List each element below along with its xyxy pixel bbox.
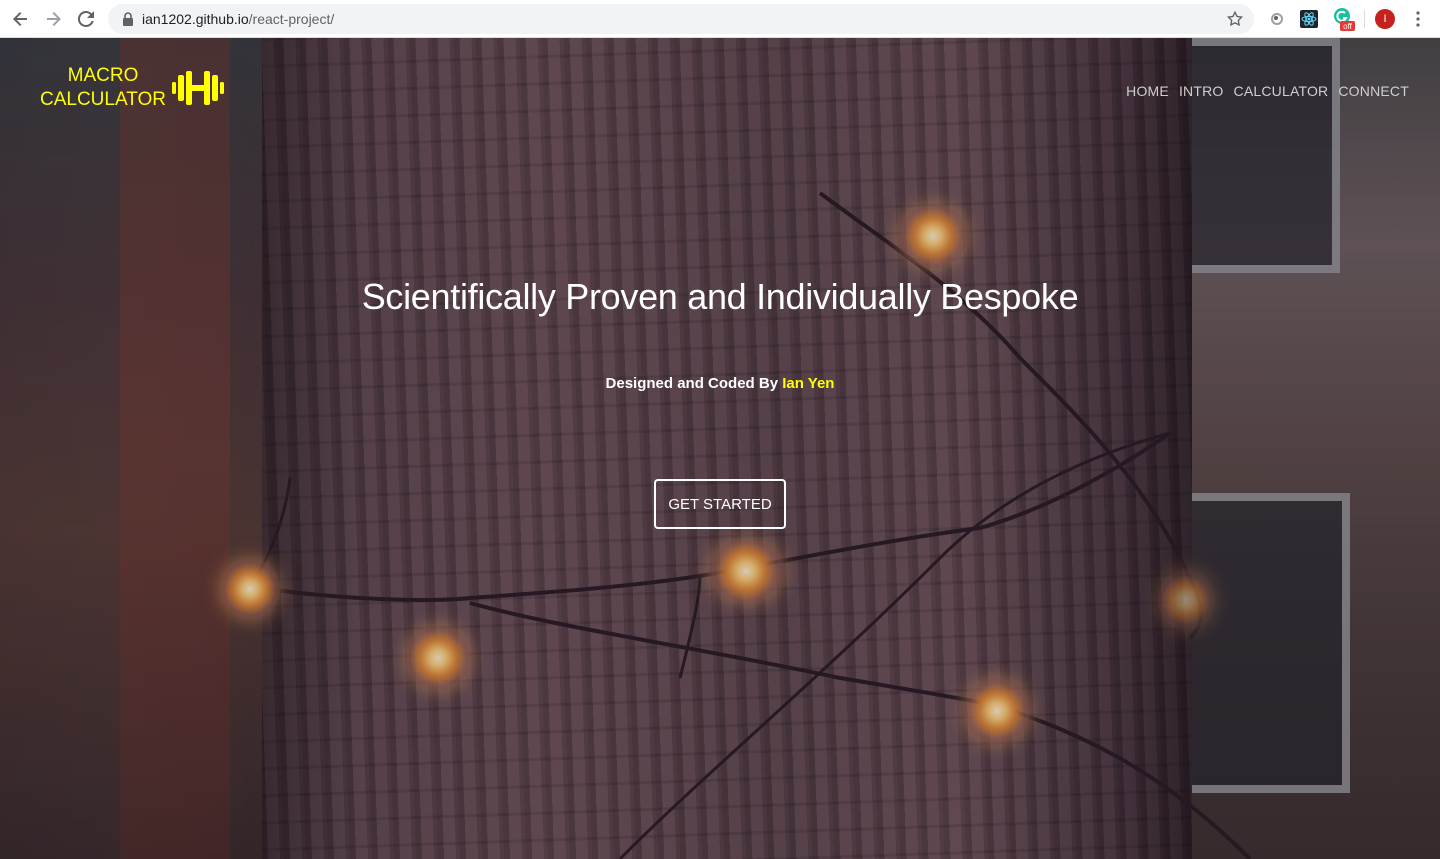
profile-avatar[interactable]: I	[1375, 9, 1395, 29]
browser-toolbar: ian1202.github.io/react-project/ off I	[0, 0, 1440, 38]
url-path: /react-project/	[248, 11, 335, 27]
credit-line: Designed and Coded By Ian Yen	[0, 375, 1440, 392]
nav-link-home[interactable]: HOME	[1126, 83, 1169, 99]
lock-icon	[123, 12, 133, 26]
grammarly-icon[interactable]: off	[1331, 8, 1357, 31]
url-host: ian1202.github.io	[142, 11, 249, 27]
logo-text: MACRO CALCULATOR	[40, 64, 166, 112]
back-arrow-icon[interactable]	[9, 7, 33, 31]
nav-link-connect[interactable]: CONNECT	[1338, 83, 1409, 99]
credit-prefix: Designed and Coded By	[605, 375, 779, 392]
background-overlay	[0, 38, 1440, 859]
logo-line-1: MACRO	[67, 65, 139, 86]
hero-title: Scientifically Proven and Individually B…	[361, 276, 1079, 317]
extension-badge: off	[1343, 22, 1353, 31]
nav-link-intro[interactable]: INTRO	[1179, 83, 1224, 99]
nav-link-calculator[interactable]: CALCULATOR	[1234, 83, 1329, 99]
extension-circle-icon[interactable]	[1267, 9, 1287, 29]
get-started-button[interactable]: GET STARTED	[654, 479, 786, 529]
site-nav: HOME INTRO CALCULATOR CONNECT	[1126, 83, 1409, 99]
forward-arrow-icon[interactable]	[41, 7, 65, 31]
dumbbell-icon	[172, 71, 224, 105]
bookmark-star-icon[interactable]	[1226, 10, 1244, 28]
address-bar[interactable]: ian1202.github.io/react-project/	[108, 4, 1254, 34]
hero-section: MACRO CALCULATOR HOME INTRO CALCULATOR C…	[0, 38, 1440, 859]
toolbar-divider	[1364, 10, 1365, 28]
more-vert-icon[interactable]	[1408, 9, 1428, 29]
reload-icon[interactable]	[74, 7, 98, 31]
site-logo[interactable]: MACRO CALCULATOR	[40, 64, 224, 112]
author-name: Ian Yen	[782, 375, 835, 392]
profile-initial: I	[1375, 9, 1395, 29]
react-devtools-icon[interactable]	[1299, 9, 1319, 29]
url-text: ian1202.github.io/react-project/	[142, 11, 334, 27]
logo-line-2: CALCULATOR	[40, 89, 166, 110]
